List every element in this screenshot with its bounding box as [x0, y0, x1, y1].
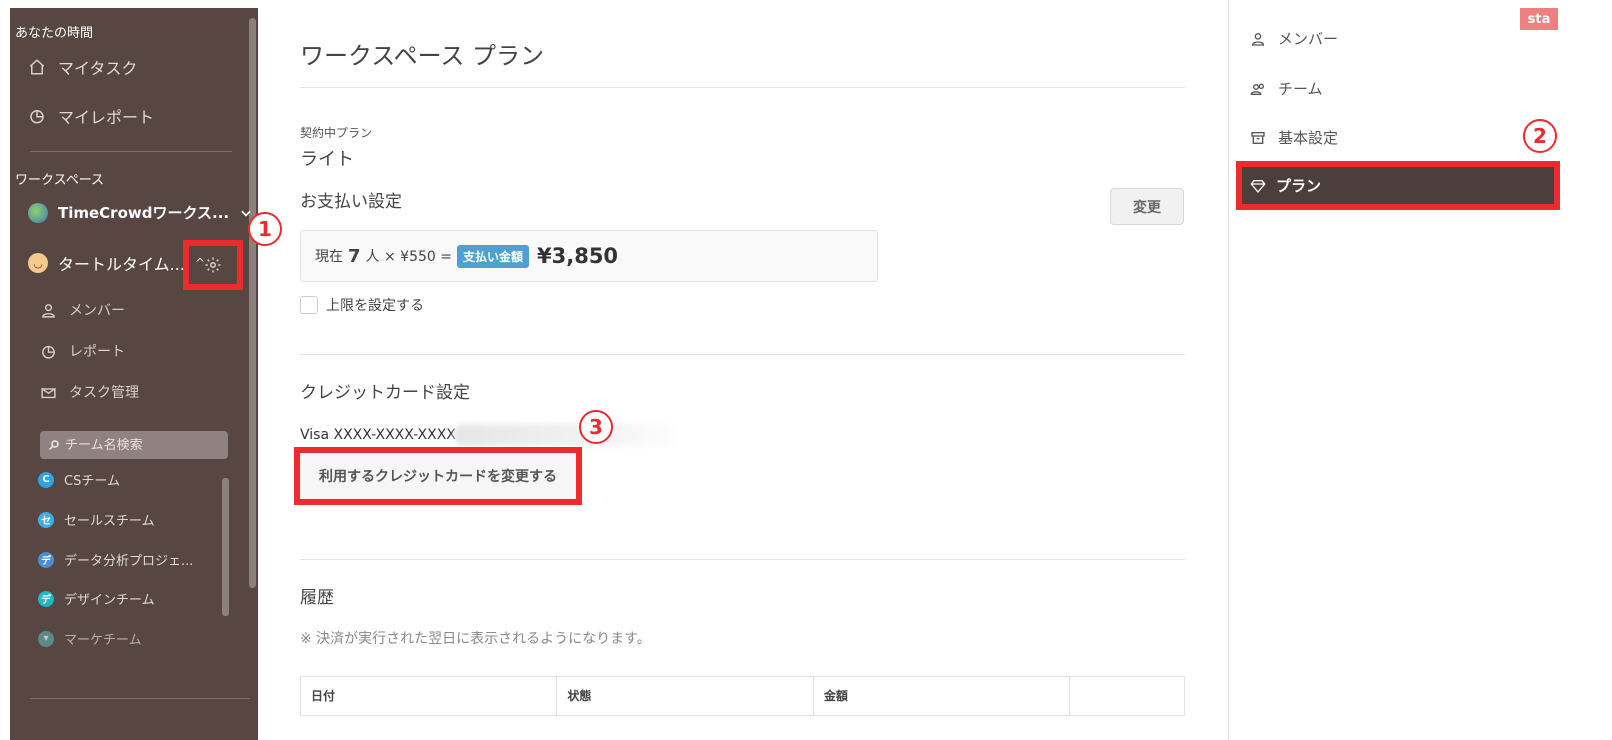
divider [300, 87, 1185, 88]
change-button[interactable]: 変更 [1110, 188, 1184, 225]
card-button-highlight: 利用するクレジットカードを変更する [294, 447, 582, 505]
sidebar-scrollbar[interactable] [249, 18, 256, 588]
team-item-design[interactable]: デ デザインチーム [38, 589, 155, 608]
sidebar-divider [30, 698, 250, 699]
page-title: ワークスペース プラン [300, 42, 545, 70]
history-table: 日付 状態 金額 [300, 676, 1185, 716]
team-settings-button[interactable] [183, 240, 243, 290]
team-item-sales[interactable]: セ セールスチーム [38, 510, 155, 529]
card-number-row: Visa XXXX-XXXX-XXXX [300, 424, 684, 446]
workspace-title: ワークスペース [15, 173, 105, 188]
right-nav-label: チーム [1278, 80, 1323, 98]
card-number-redacted [453, 424, 684, 446]
right-panel-divider [1228, 0, 1229, 740]
status-badge: sta [1520, 8, 1558, 30]
right-nav-label: プラン [1276, 177, 1322, 195]
archive-icon [1251, 131, 1265, 144]
inbox-icon [41, 387, 56, 398]
change-credit-card-button[interactable]: 利用するクレジットカードを変更する [300, 453, 576, 499]
sidebar: あなたの時間 マイタスク マイレポート ワークスペース TimeCrowdワーク… [10, 8, 258, 740]
gear-icon [205, 257, 221, 273]
table-header-amount: 金額 [814, 677, 1071, 715]
team-search-input[interactable] [65, 437, 215, 453]
history-title: 履歴 [300, 588, 334, 608]
sidebar-item-label: マイタスク [58, 59, 138, 78]
right-nav-basic-settings[interactable]: 基本設定 [1250, 127, 1338, 148]
right-nav-plan[interactable]: プラン [1250, 175, 1321, 196]
workspace-name: TimeCrowdワークス... [58, 204, 230, 222]
search-icon [48, 440, 59, 451]
history-note: ※ 決済が実行された翌日に表示されるようになります。 [300, 631, 651, 647]
sidebar-item-my-report[interactable]: マイレポート [28, 104, 154, 128]
user-icon [42, 303, 55, 318]
limit-setting[interactable]: 上限を設定する [300, 295, 424, 315]
table-header-date: 日付 [301, 677, 558, 715]
team-list-scrollbar[interactable] [222, 478, 229, 616]
sidebar-item-report[interactable]: レポート [40, 341, 125, 361]
sidebar-item-label: メンバー [69, 303, 125, 319]
workspace-selector[interactable]: TimeCrowdワークス... [28, 202, 253, 223]
team-item-label: セールスチーム [64, 514, 155, 529]
right-nav-members[interactable]: メンバー [1250, 28, 1338, 49]
divider [300, 559, 1185, 560]
diamond-icon [1250, 179, 1266, 193]
team-avatar: デ [38, 590, 54, 607]
annotation-marker-1: 1 [248, 212, 282, 246]
payment-amount-badge: 支払い金額 [456, 244, 529, 268]
team-item-data-analysis[interactable]: デ データ分析プロジェ... [38, 550, 193, 569]
home-icon [29, 59, 45, 75]
divider [300, 354, 1185, 355]
pie-chart-icon [42, 345, 55, 359]
payment-unit: 人 × ¥550 = [365, 249, 452, 265]
right-nav-team[interactable]: チーム [1250, 78, 1323, 99]
annotation-marker-2: 2 [1523, 119, 1557, 153]
payment-prefix: 現在 [315, 249, 343, 265]
sidebar-item-label: レポート [69, 344, 125, 360]
sidebar-item-members[interactable]: メンバー [40, 300, 125, 320]
team-name: タートルタイム... [58, 255, 185, 274]
table-header-empty [1070, 677, 1184, 715]
team-item-label: マーケチーム [64, 633, 142, 648]
user-icon [1251, 32, 1265, 46]
member-count: 7 [348, 245, 361, 267]
sidebar-divider [30, 151, 232, 152]
team-avatar: C [38, 471, 54, 488]
limit-label: 上限を設定する [326, 298, 424, 314]
users-icon [1250, 83, 1264, 95]
sidebar-item-task-management[interactable]: タスク管理 [40, 382, 139, 402]
credit-card-title: クレジットカード設定 [300, 383, 470, 403]
team-item-label: データ分析プロジェ... [64, 554, 194, 569]
table-header-status: 状態 [557, 677, 814, 715]
team-avatar: デ [38, 551, 54, 568]
plan-name: ライト [300, 149, 354, 170]
right-nav-label: メンバー [1278, 30, 1339, 48]
card-number: Visa XXXX-XXXX-XXXX [300, 427, 456, 443]
team-avatar: セ [38, 511, 54, 528]
sidebar-item-label: マイレポート [58, 108, 155, 127]
team-item-marketing[interactable]: ▾ マーケチーム [38, 629, 142, 648]
team-item-cs[interactable]: C CSチーム [38, 470, 120, 489]
main-content: ワークスペース プラン 契約中プラン ライト お支払い設定 変更 現在 7 人 … [294, 0, 1185, 740]
payment-summary: 現在 7 人 × ¥550 = 支払い金額 ¥3,850 [300, 230, 878, 282]
annotation-marker-3: 3 [579, 410, 613, 444]
right-nav-label: 基本設定 [1278, 129, 1339, 147]
team-selector[interactable]: ◡ タートルタイム... ^ [28, 251, 205, 275]
your-time-title: あなたの時間 [15, 26, 94, 41]
team-item-label: CSチーム [64, 474, 120, 489]
limit-checkbox[interactable] [300, 296, 318, 314]
workspace-avatar [28, 202, 48, 223]
payment-settings-title: お支払い設定 [300, 192, 402, 212]
team-avatar: ◡ [28, 253, 48, 273]
pie-chart-icon [30, 110, 44, 124]
team-avatar: ▾ [38, 630, 54, 647]
sidebar-item-label: タスク管理 [69, 385, 139, 401]
sidebar-item-my-tasks[interactable]: マイタスク [28, 55, 137, 79]
payment-total: ¥3,850 [537, 244, 619, 268]
team-search[interactable] [40, 431, 228, 459]
contract-plan-label: 契約中プラン [300, 126, 373, 140]
team-item-label: デザインチーム [64, 593, 155, 608]
